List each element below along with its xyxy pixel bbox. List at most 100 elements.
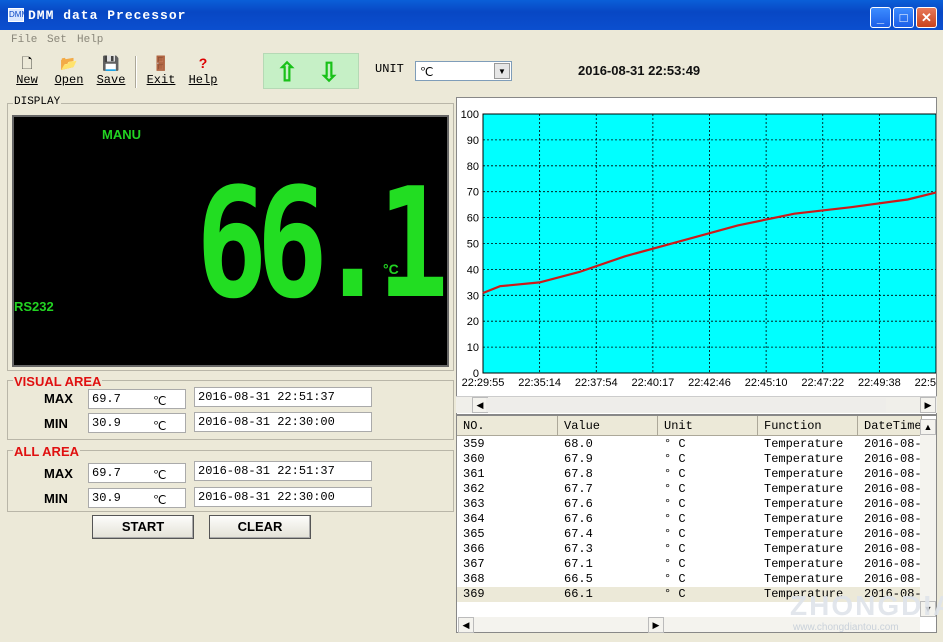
- table-cell: 2016-08-: [864, 572, 922, 586]
- arrow-down-icon[interactable]: ⇩: [316, 57, 342, 87]
- table-row[interactable]: 363 67.6 ° C Temperature 2016-08-: [457, 497, 923, 512]
- table-cell: 365: [463, 527, 485, 541]
- current-datetime: 2016-08-31 22:53:49: [578, 63, 701, 78]
- table-cell: 67.1: [564, 557, 593, 571]
- table-row[interactable]: 359 68.0 ° C Temperature 2016-08-: [457, 437, 923, 452]
- app-icon: DMM: [8, 8, 28, 22]
- y-tick-label: 10: [467, 342, 479, 354]
- close-button[interactable]: ✕: [916, 7, 937, 28]
- window-title: DMM data Precessor: [28, 8, 187, 23]
- chevron-down-icon[interactable]: ▼: [494, 63, 510, 79]
- table-cell: 67.7: [564, 482, 593, 496]
- x-tick-label: 22:51:37: [915, 377, 936, 389]
- visual-min-value: 30.9: [88, 413, 186, 433]
- open-button[interactable]: 📂 Open: [49, 54, 89, 88]
- table-cell: 362: [463, 482, 485, 496]
- menu-bar: File Set Help: [0, 32, 943, 50]
- table-row[interactable]: 366 67.3 ° C Temperature 2016-08-: [457, 542, 923, 557]
- table-row[interactable]: 361 67.8 ° C Temperature 2016-08-: [457, 467, 923, 482]
- table-cell: 364: [463, 512, 485, 526]
- exit-button[interactable]: 🚪 Exit: [141, 54, 181, 88]
- column-header-value[interactable]: Value: [558, 416, 658, 436]
- table-cell: 369: [463, 587, 485, 601]
- lcd-display: MANU RS232 66.1 °C: [12, 115, 449, 367]
- watermark-site: www.chongdiantou.com: [793, 622, 899, 633]
- table-row[interactable]: 368 66.5 ° C Temperature 2016-08-: [457, 572, 923, 587]
- unit-select-value: ℃: [420, 65, 434, 79]
- clear-button[interactable]: CLEAR: [209, 515, 311, 539]
- table-cell: 366: [463, 542, 485, 556]
- x-tick-label: 22:47:22: [801, 377, 844, 389]
- table-cell: Temperature: [764, 557, 844, 571]
- menu-file[interactable]: File: [11, 34, 37, 46]
- table-cell: 2016-08-: [864, 542, 922, 556]
- scroll-up-icon[interactable]: ▲: [920, 419, 936, 435]
- table-row[interactable]: 365 67.4 ° C Temperature 2016-08-: [457, 527, 923, 542]
- column-header-unit[interactable]: Unit: [658, 416, 758, 436]
- table-cell: Temperature: [764, 467, 844, 481]
- table-cell: 2016-08-: [864, 497, 922, 511]
- open-folder-icon: 📂: [60, 55, 78, 71]
- visual-min-unit: ℃: [153, 419, 167, 433]
- table-cell: Temperature: [764, 572, 844, 586]
- table-cell: ° C: [664, 557, 686, 571]
- table-row[interactable]: 362 67.7 ° C Temperature 2016-08-: [457, 482, 923, 497]
- table-cell: 68.0: [564, 437, 593, 451]
- exit-label: Exit: [146, 73, 176, 87]
- exit-door-icon: 🚪: [152, 55, 170, 71]
- chart-horizontal-scrollbar[interactable]: ◀ ▶: [456, 396, 937, 413]
- table-cell: 2016-08-: [864, 467, 922, 481]
- x-tick-label: 22:49:38: [858, 377, 901, 389]
- x-tick-label: 22:45:10: [745, 377, 788, 389]
- y-tick-label: 100: [461, 109, 479, 121]
- table-row[interactable]: 367 67.1 ° C Temperature 2016-08-: [457, 557, 923, 572]
- table-cell: 2016-08-: [864, 437, 922, 451]
- table-cell: ° C: [664, 482, 686, 496]
- unit-label: UNIT: [375, 62, 404, 76]
- arrow-up-icon[interactable]: ⇧: [274, 57, 300, 87]
- table-cell: 67.6: [564, 497, 593, 511]
- table-cell: 66.1: [564, 587, 593, 601]
- table-row[interactable]: 364 67.6 ° C Temperature 2016-08-: [457, 512, 923, 527]
- help-button[interactable]: ? Help: [183, 54, 223, 88]
- table-vertical-scrollbar[interactable]: ▲ ▼: [920, 419, 936, 617]
- table-cell: ° C: [664, 452, 686, 466]
- new-file-icon: 🗋: [21, 55, 33, 71]
- minimize-button[interactable]: _: [870, 7, 891, 28]
- table-cell: 367: [463, 557, 485, 571]
- x-tick-label: 22:37:54: [575, 377, 618, 389]
- watermark-logo: ZHONGDIAN: [790, 590, 943, 621]
- visual-min-text: 30.9: [92, 416, 121, 430]
- table-scroll-left-icon[interactable]: ◀: [458, 617, 474, 633]
- all-max-time: 2016-08-31 22:51:37: [194, 461, 372, 481]
- column-header-function[interactable]: Function: [758, 416, 858, 436]
- unit-select[interactable]: ℃ ▼: [415, 61, 512, 81]
- table-cell: Temperature: [764, 437, 844, 451]
- scroll-arrows-panel: ⇧ ⇩: [263, 53, 359, 89]
- table-cell: 359: [463, 437, 485, 451]
- x-tick-label: 22:40:17: [631, 377, 674, 389]
- column-header-datetime[interactable]: DateTime: [858, 416, 922, 436]
- scroll-right-icon[interactable]: ▶: [920, 397, 936, 413]
- maximize-button[interactable]: □: [893, 7, 914, 28]
- y-tick-label: 60: [467, 213, 479, 225]
- column-header-no[interactable]: NO.: [457, 416, 558, 436]
- table-cell: 67.3: [564, 542, 593, 556]
- new-label: New: [16, 73, 38, 87]
- table-cell: 66.5: [564, 572, 593, 586]
- table-cell: ° C: [664, 497, 686, 511]
- table-row[interactable]: 360 67.9 ° C Temperature 2016-08-: [457, 452, 923, 467]
- new-button[interactable]: 🗋 New: [7, 54, 47, 88]
- table-cell: Temperature: [764, 527, 844, 541]
- scrollbar-thumb[interactable]: [486, 398, 886, 412]
- display-group-label: DISPLAY: [13, 96, 62, 108]
- table-cell: ° C: [664, 527, 686, 541]
- table-cell: ° C: [664, 467, 686, 481]
- start-button[interactable]: START: [92, 515, 194, 539]
- table-scroll-right-icon[interactable]: ▶: [648, 617, 664, 633]
- menu-help[interactable]: Help: [77, 34, 103, 46]
- y-tick-label: 70: [467, 187, 479, 199]
- table-cell: ° C: [664, 512, 686, 526]
- save-button[interactable]: 💾 Save: [91, 54, 131, 88]
- menu-set[interactable]: Set: [47, 34, 67, 46]
